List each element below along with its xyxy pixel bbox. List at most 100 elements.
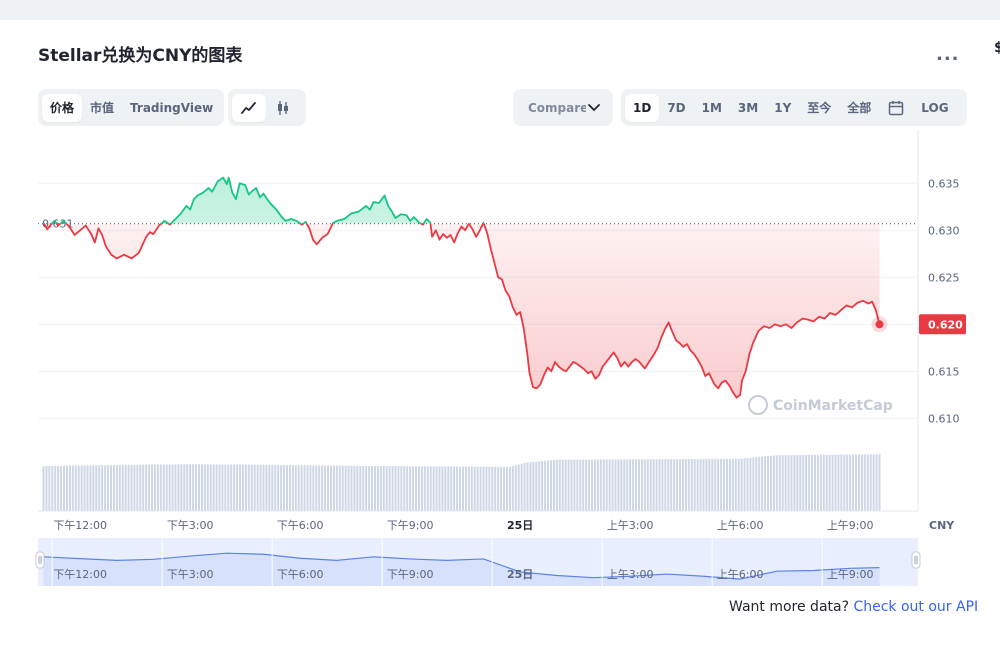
volume-bar xyxy=(224,464,227,511)
volume-bar xyxy=(438,466,441,511)
volume-bar xyxy=(212,464,215,511)
volume-bar xyxy=(626,459,629,511)
api-link[interactable]: Check out our API xyxy=(853,599,978,615)
volume-bar xyxy=(605,459,608,511)
x-tick-label: 上午9:00 xyxy=(827,519,874,532)
volume-bar xyxy=(318,465,321,511)
volume-bar xyxy=(602,459,605,511)
volume-bar xyxy=(866,454,869,511)
volume-bar xyxy=(412,466,415,511)
volume-bar xyxy=(822,454,825,511)
volume-bar xyxy=(291,465,294,511)
volume-bar xyxy=(640,459,643,511)
volume-bar xyxy=(869,454,872,511)
volume-bar xyxy=(262,464,265,511)
volume-bar xyxy=(508,466,511,511)
volume-bar xyxy=(875,454,878,511)
volume-bar xyxy=(819,454,822,511)
volume-bar xyxy=(256,464,259,511)
navigator-handle[interactable] xyxy=(35,551,45,569)
volume-bar xyxy=(608,459,611,511)
volume-bar xyxy=(400,466,403,511)
volume-bar xyxy=(802,454,805,511)
volume-bar xyxy=(790,455,793,511)
volume-bar xyxy=(544,460,547,511)
volume-bar xyxy=(71,465,74,511)
volume-bar xyxy=(89,465,92,511)
volume-bar xyxy=(805,454,808,511)
volume-bar xyxy=(734,458,737,511)
x-tick-label: 25日 xyxy=(507,519,533,532)
volume-bar xyxy=(755,457,758,511)
navigator-tick-label: 上午6:00 xyxy=(717,568,764,581)
volume-bar xyxy=(338,465,341,511)
volume-bar xyxy=(365,465,368,511)
volume-bar xyxy=(101,465,104,511)
volume-bar xyxy=(643,459,646,511)
volume-bar xyxy=(203,464,206,511)
x-tick-label: 下午6:00 xyxy=(277,519,324,532)
volume-bar xyxy=(635,459,638,511)
volume-bar xyxy=(306,465,309,511)
volume-bar xyxy=(781,455,784,511)
volume-bar xyxy=(391,466,394,511)
volume-bar xyxy=(679,459,682,511)
volume-bar xyxy=(520,463,523,511)
y-tick-label: 0.625 xyxy=(928,271,960,284)
volume-bar xyxy=(285,465,288,511)
volume-bar xyxy=(98,465,101,511)
volume-bar xyxy=(153,464,156,511)
volume-bar xyxy=(529,462,532,511)
volume-bar xyxy=(561,459,564,511)
volume-bar xyxy=(65,465,68,511)
volume-bar xyxy=(497,466,500,511)
navigator-handle[interactable] xyxy=(911,551,921,569)
volume-bar xyxy=(415,466,418,511)
y-tick-label: 0.615 xyxy=(928,365,960,378)
volume-bar xyxy=(769,455,772,511)
navigator-handle-grip xyxy=(911,551,921,569)
volume-bar xyxy=(139,464,142,511)
volume-bar xyxy=(535,461,538,511)
volume-bar xyxy=(852,454,855,511)
volume-bar xyxy=(341,465,344,511)
volume-bar xyxy=(511,466,514,511)
volume-bar xyxy=(174,464,177,511)
volume-bar xyxy=(104,465,107,511)
volume-bar xyxy=(200,464,203,511)
volume-bar xyxy=(549,460,552,511)
volume-bar xyxy=(796,455,799,511)
volume-bar xyxy=(579,459,582,511)
volume-bar xyxy=(259,464,262,511)
volume-bar xyxy=(450,466,453,511)
volume-bar xyxy=(156,464,159,511)
volume-bar xyxy=(195,464,198,511)
navigator-tick-label: 上午3:00 xyxy=(607,568,654,581)
volume-bar xyxy=(494,466,497,511)
volume-bar xyxy=(197,464,200,511)
volume-bar xyxy=(614,459,617,511)
volume-bar xyxy=(459,466,462,511)
volume-bar xyxy=(77,465,80,511)
volume-bar xyxy=(397,466,400,511)
volume-bar xyxy=(362,465,365,511)
volume-bar xyxy=(808,454,811,511)
volume-bar xyxy=(728,458,731,511)
volume-bar xyxy=(725,458,728,511)
watermark-logo-icon xyxy=(748,395,768,415)
volume-bar xyxy=(244,464,247,511)
volume-bar xyxy=(693,459,696,511)
volume-bar xyxy=(48,465,51,511)
volume-bar xyxy=(165,464,168,511)
volume-bar xyxy=(335,465,338,511)
volume-bar xyxy=(130,464,133,511)
volume-bar xyxy=(192,464,195,511)
volume-bar xyxy=(538,461,541,511)
volume-bar xyxy=(541,461,544,511)
volume-bar xyxy=(332,465,335,511)
volume-bar xyxy=(280,465,283,511)
volume-bar xyxy=(388,466,391,511)
volume-bar xyxy=(294,465,297,511)
volume-bar xyxy=(303,465,306,511)
volume-bar xyxy=(297,465,300,511)
